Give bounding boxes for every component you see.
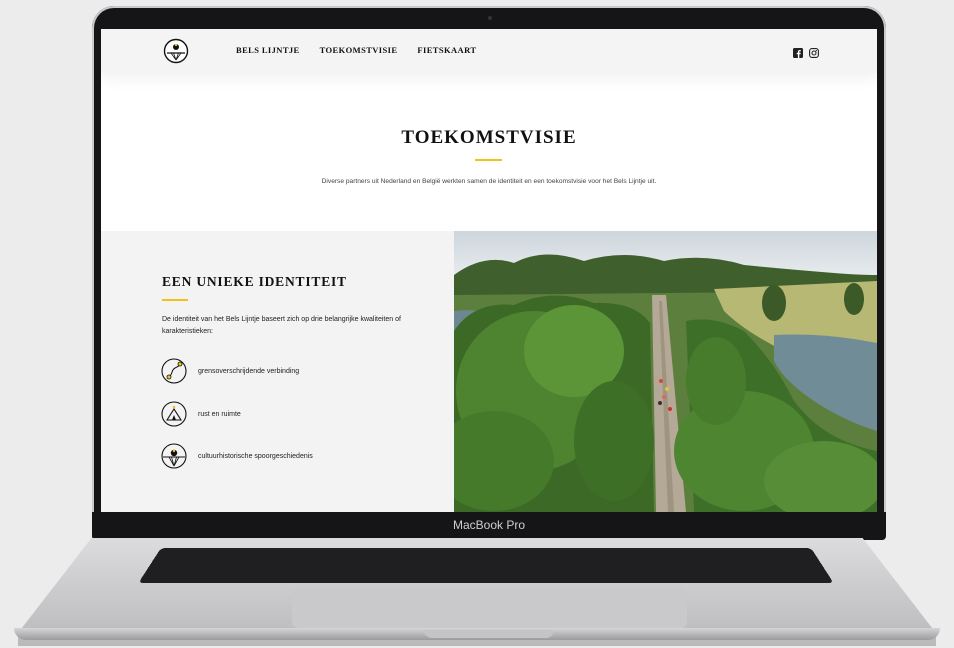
logo-icon[interactable] bbox=[163, 38, 189, 64]
feature-item: grensoverschrijdende verbinding bbox=[161, 358, 299, 384]
feature-label: rust en ruimte bbox=[198, 410, 241, 418]
website-screen: BELS LIJNTJE TOEKOMSTVISIE FIETSKAART TO… bbox=[101, 29, 877, 512]
feature-label: grensoverschrijdende verbinding bbox=[198, 367, 300, 375]
trackpad bbox=[292, 588, 687, 628]
page-subtitle: Diverse partners uit Nederland en België… bbox=[321, 178, 657, 185]
laptop-chin: MacBook Pro bbox=[92, 512, 886, 540]
instagram-icon[interactable] bbox=[809, 45, 819, 58]
feature-item: rust en ruimte bbox=[161, 401, 241, 427]
identity-title: EEN UNIEKE IDENTITEIT bbox=[162, 274, 347, 289]
keyboard bbox=[138, 548, 834, 583]
social-links bbox=[793, 45, 819, 58]
laptop-brand: MacBook Pro bbox=[452, 518, 526, 532]
identity-description: De identiteit van het Bels Lijntje basee… bbox=[162, 316, 401, 335]
title-underline bbox=[475, 159, 502, 161]
facebook-icon[interactable] bbox=[793, 45, 803, 58]
tent-icon bbox=[161, 401, 187, 427]
main-nav: BELS LIJNTJE TOEKOMSTVISIE FIETSKAART bbox=[236, 45, 476, 55]
laptop-notch bbox=[424, 630, 554, 638]
identity-underline bbox=[162, 299, 188, 301]
nav-bels-lijntje[interactable]: BELS LIJNTJE bbox=[236, 45, 300, 55]
rail-icon bbox=[161, 443, 187, 469]
feature-item: cultuurhistorische spoorgeschiedenis bbox=[161, 443, 313, 469]
nav-fietskaart[interactable]: FIETSKAART bbox=[417, 45, 476, 55]
feature-label: cultuurhistorische spoorgeschiedenis bbox=[198, 452, 313, 460]
nav-toekomstvisie[interactable]: TOEKOMSTVISIE bbox=[320, 45, 398, 55]
camera-dot bbox=[488, 16, 492, 20]
site-header: BELS LIJNTJE TOEKOMSTVISIE FIETSKAART bbox=[101, 29, 877, 73]
aerial-photo bbox=[454, 231, 877, 512]
page-title: TOEKOMSTVISIE bbox=[401, 127, 577, 148]
route-circle-icon bbox=[161, 358, 187, 384]
